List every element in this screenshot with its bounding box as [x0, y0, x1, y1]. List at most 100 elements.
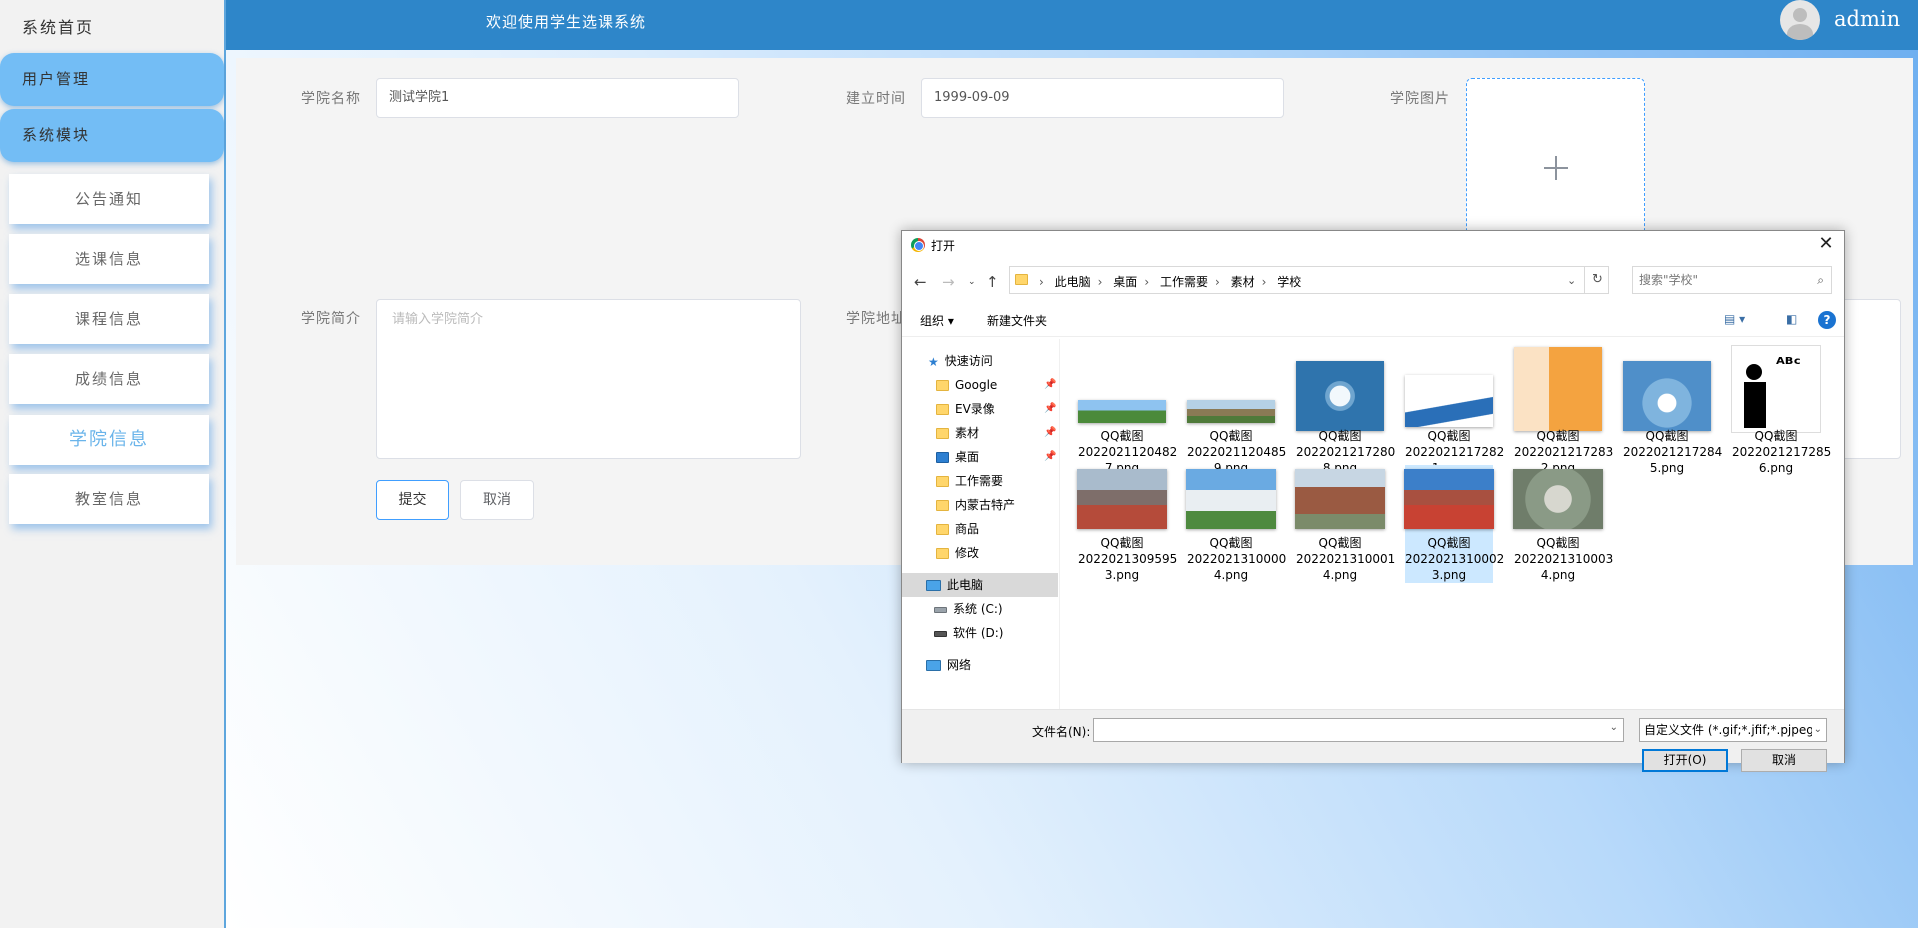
breadcrumb: › 此电脑 › 桌面 › 工作需要 › 素材 › 学校: [1036, 273, 1305, 290]
nav-edits[interactable]: 修改: [902, 541, 1058, 565]
sidebar-item-course-selection[interactable]: 选课信息: [9, 234, 209, 284]
menu-system-module[interactable]: 系统模块: [0, 109, 224, 162]
file-item[interactable]: QQ截图 2022021310001 4.png: [1295, 469, 1395, 587]
forward-arrow-icon[interactable]: →: [942, 273, 955, 291]
search-input[interactable]: 搜索"学校" ⌕: [1632, 266, 1832, 294]
preview-pane-icon[interactable]: ◧: [1786, 312, 1797, 326]
file-open-dialog: 打开 ✕ ← → ⌄ ↑ › 此电脑 › 桌面 › 工作需要 › 素材 › 学校 ⌄ ↻…: [901, 230, 1845, 772]
breadcrumb-work[interactable]: 工作需要: [1160, 275, 1208, 289]
breadcrumb-school[interactable]: 学校: [1277, 275, 1301, 289]
sidebar-item-course-info[interactable]: 课程信息: [9, 294, 209, 344]
college-name-input[interactable]: 测试学院1: [376, 78, 739, 118]
file-item[interactable]: QQ截图 2022021309595 3.png: [1077, 469, 1177, 587]
nav-inner-mongolia[interactable]: 内蒙古特产: [902, 493, 1058, 517]
image-thumbnail: [1404, 469, 1494, 529]
file-item[interactable]: QQ截图 2022021217283 2.png: [1514, 345, 1613, 475]
breadcrumb-separator-icon: ›: [1261, 275, 1267, 289]
folder-icon: [936, 500, 949, 511]
submit-button[interactable]: 提交: [376, 480, 449, 520]
chevron-down-icon: ⌄: [1811, 719, 1822, 741]
sidebar-item-college-info[interactable]: 学院信息: [9, 415, 209, 465]
file-item[interactable]: QQ截图 2022021120485 9.png: [1187, 345, 1286, 475]
sidebar-home-link[interactable]: 系统首页: [22, 14, 94, 38]
nav-this-pc[interactable]: 此电脑: [902, 573, 1058, 597]
image-thumbnail: [1078, 400, 1166, 423]
file-name: QQ截图 2022021310000 4.png: [1187, 536, 1287, 582]
nav-label: 工作需要: [955, 474, 1004, 488]
desktop-icon: [936, 452, 949, 463]
nav-network[interactable]: 网络: [902, 653, 1058, 677]
nav-label: EV录像: [955, 402, 995, 416]
sidebar-item-classroom-info[interactable]: 教室信息: [9, 474, 209, 524]
image-thumbnail: [1186, 469, 1276, 529]
folder-icon: [936, 380, 949, 391]
nav-ev-recordings[interactable]: EV录像 📌: [902, 397, 1058, 421]
dialog-title-bar[interactable]: 打开 ✕: [902, 231, 1844, 259]
new-folder-button[interactable]: 新建文件夹: [987, 312, 1047, 329]
file-item-selected[interactable]: QQ截图 2022021310002 3.png: [1404, 465, 1504, 583]
welcome-text: 欢迎使用学生选课系统: [486, 13, 647, 31]
back-arrow-icon[interactable]: ←: [914, 273, 927, 291]
up-arrow-icon[interactable]: ↑: [986, 273, 999, 291]
nav-google[interactable]: Google 📌: [902, 373, 1058, 397]
menu-user-management[interactable]: 用户管理: [0, 53, 224, 106]
pin-icon: 📌: [1044, 427, 1057, 438]
breadcrumb-assets[interactable]: 素材: [1231, 275, 1255, 289]
cancel-button[interactable]: 取消: [460, 480, 534, 520]
chrome-icon: [911, 238, 925, 252]
chevron-down-icon[interactable]: ⌄: [1567, 274, 1576, 287]
computer-icon: [926, 580, 941, 591]
address-bar[interactable]: › 此电脑 › 桌面 › 工作需要 › 素材 › 学校 ⌄ ↻: [1009, 266, 1609, 294]
college-image-label: 学院图片: [1390, 91, 1450, 107]
founded-date-label: 建立时间: [846, 91, 906, 107]
filetype-select[interactable]: 自定义文件 (*.gif;*.jfif;*.pjpeg; ⌄: [1639, 718, 1827, 742]
nav-drive-d[interactable]: 软件 (D:): [902, 621, 1058, 645]
file-item[interactable]: QQ截图 2022021310000 4.png: [1186, 469, 1287, 587]
chevron-down-icon[interactable]: ⌄: [1610, 722, 1618, 733]
dialog-cancel-button[interactable]: 取消: [1741, 749, 1827, 772]
username[interactable]: admin: [1834, 7, 1900, 31]
file-item[interactable]: QQ截图 2022021217280 8.png: [1296, 345, 1395, 475]
organize-menu[interactable]: 组织 ▾: [920, 312, 954, 329]
sidebar-item-grades[interactable]: 成绩信息: [9, 354, 209, 404]
college-intro-textarea[interactable]: 请输入学院简介: [376, 299, 801, 459]
sidebar-item-notice[interactable]: 公告通知: [9, 174, 209, 224]
star-icon: ★: [928, 354, 939, 369]
image-thumbnail: [1405, 375, 1493, 427]
board-letters-icon: ᴬᴮᶜ: [1776, 354, 1801, 375]
file-list: QQ截图 2022021120482 7.png QQ截图 2022021120…: [1062, 339, 1844, 709]
breadcrumb-this-pc[interactable]: 此电脑: [1055, 275, 1091, 289]
refresh-icon[interactable]: ↻: [1584, 267, 1610, 293]
dialog-title: 打开: [931, 239, 956, 253]
nav-assets[interactable]: 素材 📌: [902, 421, 1058, 445]
file-item[interactable]: QQ截图 2022021120482 7.png: [1078, 345, 1177, 475]
help-icon[interactable]: ?: [1818, 311, 1836, 329]
nav-work[interactable]: 工作需要: [902, 469, 1058, 493]
open-button[interactable]: 打开(O): [1642, 749, 1728, 772]
file-item[interactable]: QQ截图 2022021217282 1.png: [1405, 345, 1504, 475]
nav-label: 桌面: [955, 450, 980, 464]
file-item[interactable]: ᴬᴮᶜ QQ截图 2022021217285 6.png: [1731, 345, 1831, 475]
image-thumbnail: [1296, 361, 1384, 431]
breadcrumb-separator-icon: ›: [1214, 275, 1220, 289]
avatar-head: [1793, 8, 1807, 22]
nav-products[interactable]: 商品: [902, 517, 1058, 541]
nav-drive-c[interactable]: 系统 (C:): [902, 597, 1058, 621]
nav-desktop[interactable]: 桌面 📌: [902, 445, 1058, 469]
folder-icon: [936, 524, 949, 535]
pin-icon: 📌: [1044, 403, 1057, 414]
close-icon[interactable]: ✕: [1814, 233, 1838, 255]
folder-icon: [936, 428, 949, 439]
file-name: QQ截图 2022021217284 5.png: [1623, 429, 1723, 475]
recent-locations-icon[interactable]: ⌄: [968, 277, 976, 287]
founded-date-input[interactable]: 1999-09-09: [921, 78, 1284, 118]
filename-input[interactable]: ⌄: [1093, 718, 1624, 742]
breadcrumb-desktop[interactable]: 桌面: [1113, 275, 1137, 289]
view-options-icon[interactable]: ▤ ▾: [1724, 312, 1745, 326]
file-item[interactable]: QQ截图 2022021217284 5.png: [1623, 345, 1722, 475]
nav-quick-access[interactable]: ★ 快速访问: [902, 349, 1058, 373]
image-thumbnail: [1295, 469, 1385, 529]
file-item[interactable]: QQ截图 2022021310003 4.png: [1513, 469, 1613, 587]
filetype-value: 自定义文件 (*.gif;*.jfif;*.pjpeg;: [1644, 723, 1818, 737]
avatar[interactable]: [1780, 0, 1820, 40]
